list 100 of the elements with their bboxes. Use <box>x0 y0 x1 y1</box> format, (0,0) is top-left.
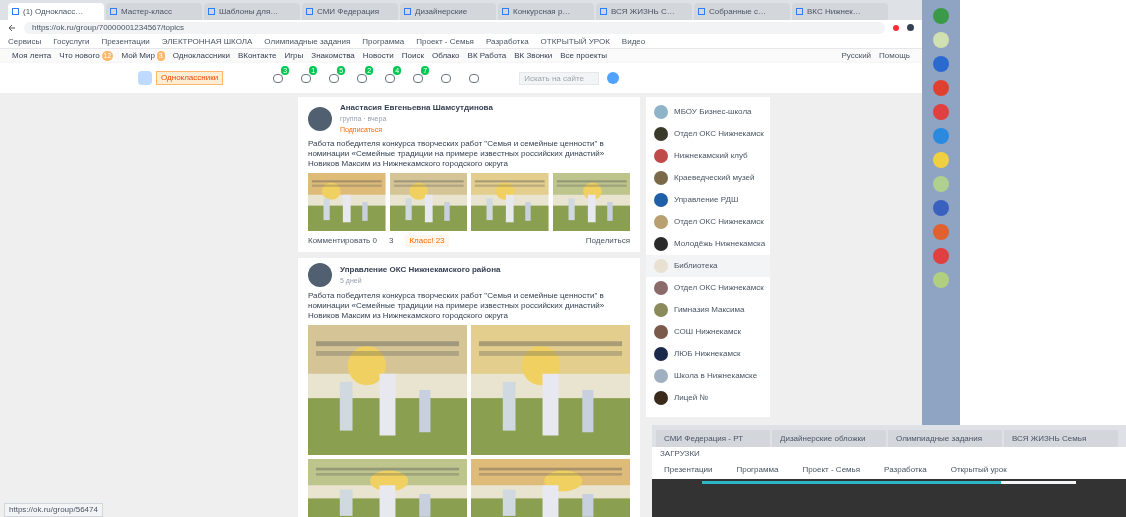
bookmark[interactable]: Проект - Семья <box>802 464 861 476</box>
tab-title: СМИ Федерация <box>317 5 380 18</box>
share-button[interactable]: Поделиться <box>585 235 630 247</box>
group-item[interactable]: Школа в Нижнекамске <box>646 365 770 387</box>
app-icon[interactable] <box>933 56 949 72</box>
portal-link[interactable]: Поиск <box>401 50 424 62</box>
page-icon <box>306 8 313 15</box>
portal-link[interactable]: Русский <box>841 50 872 62</box>
bookmark[interactable]: ЭЛЕКТРОННАЯ ШКОЛА <box>161 35 253 48</box>
browser-tab[interactable]: Собранные с… <box>694 3 790 20</box>
bookmark[interactable]: Олимпиадные задания <box>264 35 351 48</box>
profile-icon[interactable] <box>907 24 914 31</box>
browser-tab[interactable]: Олимпиадные задания <box>888 430 1002 447</box>
avatar-icon[interactable] <box>607 72 620 84</box>
app-icon[interactable] <box>933 272 949 288</box>
group-item[interactable]: Молодёжь Нижнекамска <box>646 233 770 255</box>
browser-tab[interactable]: Конкурсная р… <box>498 3 594 20</box>
nav-icon[interactable] <box>441 73 452 83</box>
browser-tab[interactable]: ВСЯ ЖИЗНЬ Семья <box>1004 430 1118 447</box>
group-item[interactable]: Гимназия Максима <box>646 299 770 321</box>
group-name: Краеведческий музей <box>674 172 755 184</box>
browser-tab[interactable]: ВСЯ ЖИЗНЬ С… <box>596 3 692 20</box>
browser-tab[interactable]: Шаблоны для… <box>204 3 300 20</box>
portal-link[interactable]: Мой Мир <box>121 50 155 62</box>
logo-icon[interactable] <box>138 71 152 85</box>
group-name: Библиотека <box>674 260 718 272</box>
group-item[interactable]: МБОУ Бизнес-школа <box>646 101 770 123</box>
portal-link[interactable]: Игры <box>284 50 304 62</box>
browser-tab[interactable]: Дизайнерские <box>400 3 496 20</box>
browser-tab[interactable]: Мастер-класс <box>106 3 202 20</box>
app-icon[interactable] <box>933 104 949 120</box>
bookmark[interactable]: Видео <box>621 35 646 48</box>
page-icon <box>12 8 19 15</box>
address-bar[interactable]: https://ok.ru/group/70000001234567/topics <box>24 21 885 34</box>
app-icon[interactable] <box>933 80 949 96</box>
group-item[interactable]: Лицей № <box>646 387 770 409</box>
browser-tab[interactable]: Дизайнерские обложки <box>772 430 886 447</box>
bookmark[interactable]: Презентации <box>101 35 150 48</box>
portal-link[interactable]: Что нового <box>59 50 100 62</box>
tab-title: Мастер-класс <box>121 5 173 18</box>
group-name: Лицей № <box>674 392 708 404</box>
page-icon <box>698 8 705 15</box>
author-name[interactable]: Анастасия Евгеньевна Шамсутдинова <box>340 102 493 114</box>
post-text: Работа победителя конкурса творческих работ "Семья и семейные ценности" в номинации «Семейные традиции на примере известных российских династий» Новиков Максим из Нижнекамского городского округа <box>308 139 606 169</box>
app-icon[interactable] <box>933 8 949 24</box>
browser-tab[interactable]: ВКС Нижнек… <box>792 3 888 20</box>
author-name[interactable]: Управление ОКС Нижнекамского района <box>340 263 501 276</box>
app-icon[interactable] <box>933 152 949 168</box>
nav-icon[interactable] <box>469 73 480 83</box>
group-item[interactable]: Краеведческий музей <box>646 167 770 189</box>
back-icon[interactable] <box>8 23 16 32</box>
group-name: Отдел ОКС Нижнекамск <box>674 282 764 294</box>
group-name: Управление РДШ <box>674 194 739 206</box>
app-icon[interactable] <box>933 176 949 192</box>
group-name: Молодёжь Нижнекамска <box>674 238 766 250</box>
browser-tab[interactable]: (1) Однокласс… <box>8 3 104 20</box>
search-field[interactable]: Искать на сайте <box>519 71 600 85</box>
group-item[interactable]: Управление РДШ <box>646 189 770 211</box>
browser-tab[interactable]: СМИ Федерация - РТ <box>656 430 770 447</box>
reshare-button[interactable]: 3 <box>388 235 394 247</box>
portal-link[interactable]: ВК Работа <box>467 50 507 62</box>
bookmark[interactable]: Программа <box>736 464 779 476</box>
app-icon[interactable] <box>933 200 949 216</box>
tab-title: ВКС Нижнек… <box>807 5 861 18</box>
comment-button[interactable]: Комментировать 0 <box>308 235 377 247</box>
portal-link[interactable]: Одноклассники <box>172 50 230 62</box>
tab-title: Конкурсная р… <box>513 5 571 18</box>
group-name: СОШ Нижнекамск <box>674 326 741 338</box>
group-item[interactable]: Нижнекамский клуб <box>646 145 770 167</box>
app-icon[interactable] <box>933 128 949 144</box>
portal-link[interactable]: Новости <box>362 50 394 62</box>
bookmark[interactable]: Презентации <box>664 464 713 476</box>
group-item[interactable]: ЛЮБ Нижнекамск <box>646 343 770 365</box>
group-item[interactable]: СОШ Нижнекамск <box>646 321 770 343</box>
portal-link[interactable]: Все проекты <box>560 50 607 62</box>
avatar-icon <box>308 263 332 287</box>
group-item[interactable]: Библиотека <box>646 255 770 277</box>
browser-tab[interactable]: СМИ Федерация <box>302 3 398 20</box>
tab-title: ВСЯ ЖИЗНЬ С… <box>611 5 675 18</box>
bookmark[interactable]: Программа <box>362 35 405 48</box>
app-icon[interactable] <box>933 32 949 48</box>
bookmark[interactable]: ОТКРЫТЫЙ УРОК <box>540 35 610 48</box>
app-icon[interactable] <box>933 248 949 264</box>
group-item[interactable]: Отдел ОКС Нижнекамск <box>646 123 770 145</box>
group-item[interactable]: Отдел ОКС Нижнекамск <box>646 211 770 233</box>
portal-link[interactable]: Знакомства <box>311 50 355 62</box>
bookmark[interactable]: Госуслуги <box>53 35 90 48</box>
portal-link[interactable]: Помощь <box>879 50 910 62</box>
portal-link[interactable]: Облако <box>431 50 460 62</box>
portal-link[interactable]: ВК Звонки <box>514 50 553 62</box>
bookmark[interactable]: Сервисы <box>8 35 42 48</box>
group-item[interactable]: Отдел ОКС Нижнекамск <box>646 277 770 299</box>
portal-link[interactable]: ВКонтакте <box>237 50 277 62</box>
bookmark[interactable]: Открытый урок <box>950 464 1007 476</box>
bookmark[interactable]: Разработка <box>485 35 529 48</box>
group-name: Нижнекамский клуб <box>674 150 748 162</box>
portal-link[interactable]: Моя лента <box>12 50 52 62</box>
bookmark[interactable]: Разработка <box>884 464 927 476</box>
app-icon[interactable] <box>933 224 949 240</box>
bookmark[interactable]: Проект - Семья <box>416 35 474 48</box>
